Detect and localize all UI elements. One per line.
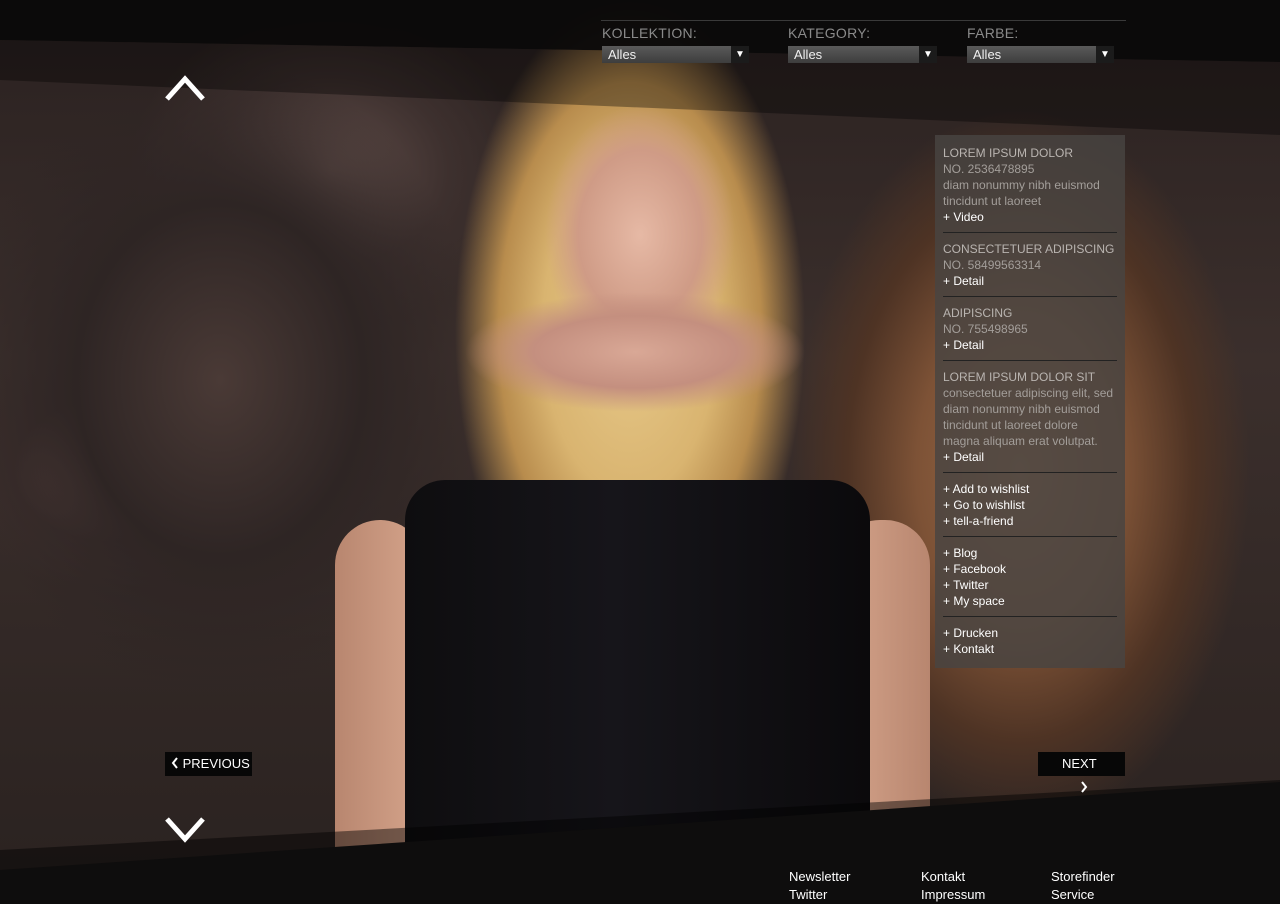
chevron-left-icon: [171, 757, 178, 769]
next-label: NEXT: [1062, 756, 1097, 771]
facebook-link[interactable]: + Facebook: [943, 561, 1117, 577]
footer-column-2: Kontakt Impressum: [921, 868, 985, 904]
select-value: Alles: [608, 47, 637, 62]
scroll-down-button[interactable]: [164, 816, 206, 844]
footer-column-1: Newsletter Twitter: [789, 868, 850, 904]
wishlist-links: + Add to wishlist + Go to wishlist + tel…: [943, 481, 1117, 537]
detail-link[interactable]: + Detail: [943, 449, 1117, 465]
item-title: ADIPISCING: [943, 306, 1013, 320]
storefinder-link[interactable]: Storefinder: [1051, 868, 1115, 886]
filter-label: KATEGORY:: [788, 25, 871, 41]
footer-column-3: Storefinder Service: [1051, 868, 1115, 904]
item-title: CONSECTETUER ADIPISCING: [943, 242, 1115, 256]
scroll-up-button[interactable]: [164, 74, 206, 102]
chevron-down-icon: ▼: [1096, 46, 1114, 63]
next-button[interactable]: NEXT: [1038, 752, 1125, 793]
panel-item: CONSECTETUER ADIPISCING NO. 58499563314 …: [943, 241, 1117, 297]
select-value: Alles: [794, 47, 823, 62]
item-description: consectetuer adipiscing elit, sed diam n…: [943, 386, 1114, 448]
panel-item: ADIPISCING NO. 755498965 + Detail: [943, 305, 1117, 361]
tell-a-friend-link[interactable]: + tell-a-friend: [943, 513, 1117, 529]
twitter-link[interactable]: + Twitter: [943, 577, 1117, 593]
kollektion-select[interactable]: Alles ▼: [602, 46, 749, 63]
chevron-right-icon: [1081, 781, 1088, 793]
newsletter-link[interactable]: Newsletter: [789, 868, 850, 886]
previous-label: PREVIOUS: [182, 756, 250, 771]
panel-item: LOREM IPSUM DOLOR SIT consectetuer adipi…: [943, 369, 1117, 473]
blog-link[interactable]: + Blog: [943, 545, 1117, 561]
item-title: LOREM IPSUM DOLOR SIT: [943, 370, 1096, 384]
filter-kategory: KATEGORY: Alles ▼: [788, 25, 937, 63]
add-to-wishlist-link[interactable]: + Add to wishlist: [943, 481, 1117, 497]
filter-label: FARBE:: [967, 25, 1019, 41]
impressum-link[interactable]: Impressum: [921, 886, 985, 904]
item-number: NO. 755498965: [943, 322, 1028, 336]
service-link[interactable]: Service: [1051, 886, 1115, 904]
select-value: Alles: [973, 47, 1002, 62]
myspace-link[interactable]: + My space: [943, 593, 1117, 609]
product-info-panel: LOREM IPSUM DOLOR NO. 2536478895 diam no…: [935, 135, 1125, 668]
item-number: NO. 58499563314: [943, 258, 1042, 272]
filter-farbe: FARBE: Alles ▼: [967, 25, 1114, 63]
contact-link[interactable]: + Kontakt: [943, 641, 1117, 657]
chevron-up-icon: [165, 75, 205, 101]
previous-button[interactable]: PREVIOUS: [165, 752, 252, 776]
item-title: LOREM IPSUM DOLOR: [943, 146, 1074, 160]
go-to-wishlist-link[interactable]: + Go to wishlist: [943, 497, 1117, 513]
item-description: diam nonummy nibh euismod tincidunt ut l…: [943, 178, 1100, 208]
detail-link[interactable]: + Detail: [943, 337, 1117, 353]
panel-item: LOREM IPSUM DOLOR NO. 2536478895 diam no…: [943, 145, 1117, 233]
print-link[interactable]: + Drucken: [943, 625, 1117, 641]
item-number: NO. 2536478895: [943, 162, 1035, 176]
misc-links: + Drucken + Kontakt: [943, 625, 1117, 664]
chevron-down-icon: [165, 817, 205, 843]
filter-kollektion: KOLLEKTION: Alles ▼: [602, 25, 749, 63]
video-link[interactable]: + Video: [943, 209, 1117, 225]
social-links: + Blog + Facebook + Twitter + My space: [943, 545, 1117, 617]
detail-link[interactable]: + Detail: [943, 273, 1117, 289]
chevron-down-icon: ▼: [919, 46, 937, 63]
kategory-select[interactable]: Alles ▼: [788, 46, 937, 63]
filter-divider: [601, 20, 1126, 21]
footer-twitter-link[interactable]: Twitter: [789, 886, 850, 904]
footer-kontakt-link[interactable]: Kontakt: [921, 868, 985, 886]
farbe-select[interactable]: Alles ▼: [967, 46, 1114, 63]
filter-label: KOLLEKTION:: [602, 25, 698, 41]
chevron-down-icon: ▼: [731, 46, 749, 63]
